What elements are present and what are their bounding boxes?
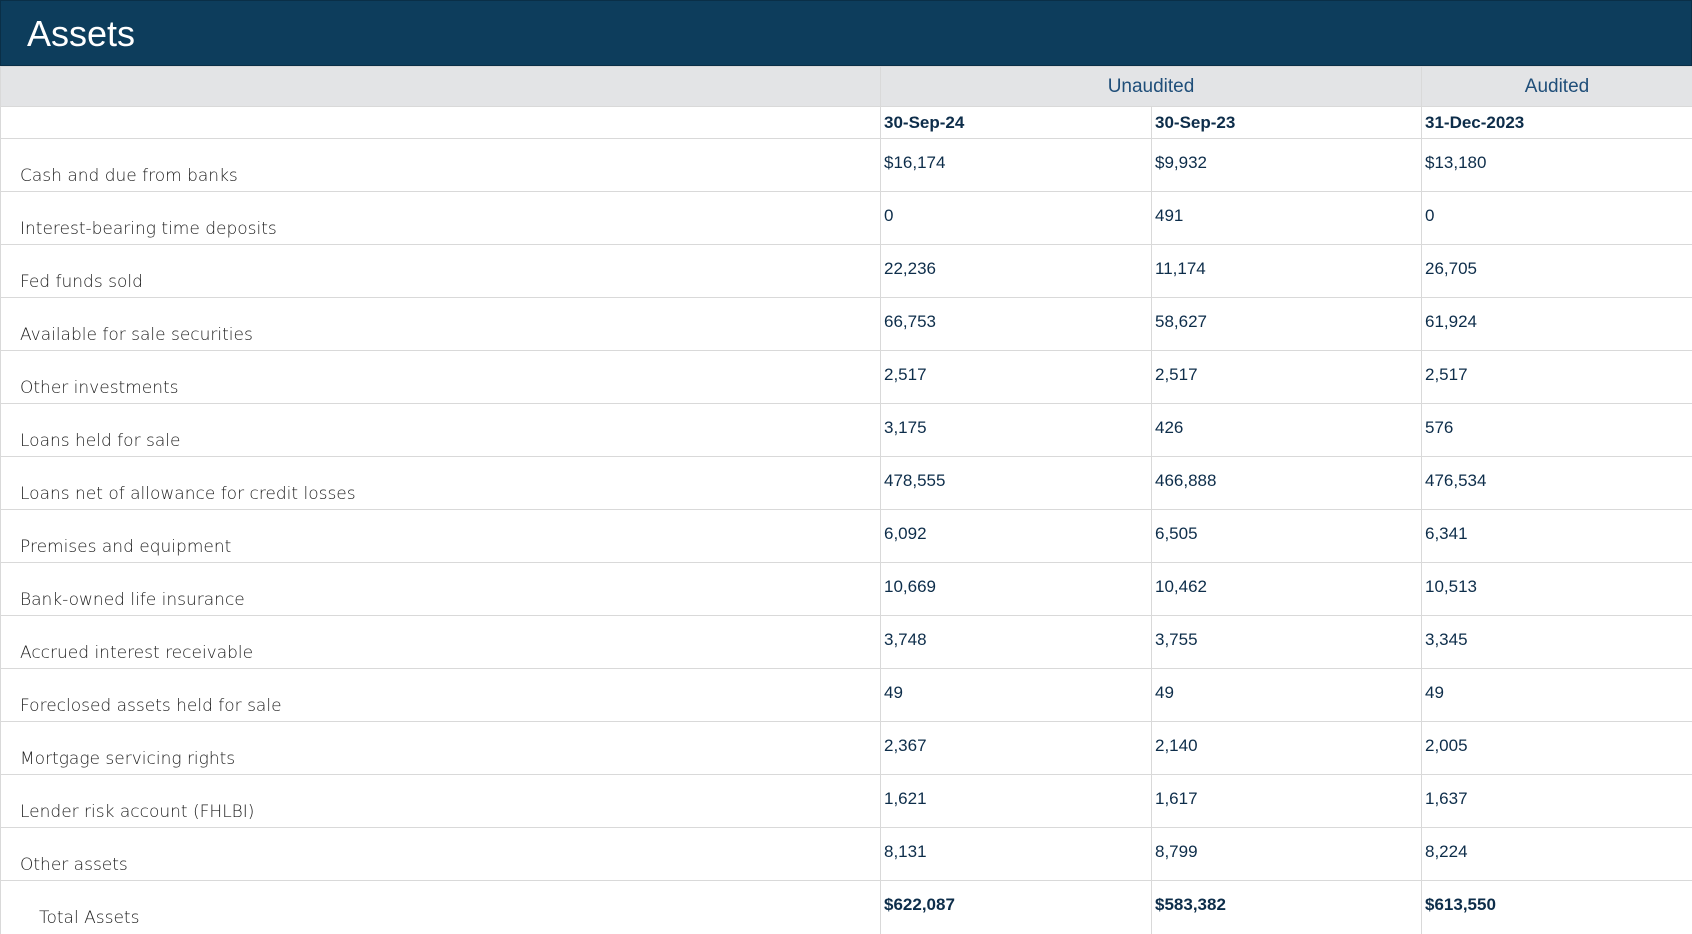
row-value-col-2: 6,505 [1152, 510, 1422, 563]
date-header-blank [1, 107, 881, 139]
row-value-col-1: 1,621 [881, 775, 1152, 828]
row-value-col-1: $16,174 [881, 139, 1152, 192]
row-value-col-2: 58,627 [1152, 298, 1422, 351]
row-value-col-3: 0 [1422, 192, 1692, 245]
page-title: Assets [27, 13, 135, 55]
row-value-col-1: 3,175 [881, 404, 1152, 457]
row-value-col-2: 10,462 [1152, 563, 1422, 616]
row-value-col-1: 2,367 [881, 722, 1152, 775]
row-value-col-1: 66,753 [881, 298, 1152, 351]
title-bar: Assets [0, 0, 1692, 66]
row-label: Accrued interest receivable [1, 616, 881, 669]
unaudited-header: Unaudited [881, 67, 1422, 107]
row-value-col-2: 2,140 [1152, 722, 1422, 775]
row-value-col-1: 8,131 [881, 828, 1152, 881]
row-label: Interest-bearing time deposits [1, 192, 881, 245]
assets-table: Unaudited Audited 30-Sep-24 30-Sep-23 31… [0, 66, 1692, 934]
row-label: Other assets [1, 828, 881, 881]
row-value-col-3: 3,345 [1422, 616, 1692, 669]
row-value-col-3: 476,534 [1422, 457, 1692, 510]
row-value-col-2: 426 [1152, 404, 1422, 457]
row-value-col-3: $13,180 [1422, 139, 1692, 192]
table-row: Accrued interest receivable3,7483,7553,3… [1, 616, 1692, 669]
row-value-col-2: $9,932 [1152, 139, 1422, 192]
row-value-col-2: $583,382 [1152, 881, 1422, 934]
date-header-row: 30-Sep-24 30-Sep-23 31-Dec-2023 [1, 107, 1692, 139]
row-value-col-3: 10,513 [1422, 563, 1692, 616]
row-value-col-1: 49 [881, 669, 1152, 722]
row-value-col-2: 3,755 [1152, 616, 1422, 669]
table-row: Interest-bearing time deposits04910 [1, 192, 1692, 245]
row-value-col-1: 0 [881, 192, 1152, 245]
table-row: Cash and due from banks$16,174$9,932$13,… [1, 139, 1692, 192]
row-value-col-2: 491 [1152, 192, 1422, 245]
table-row: Foreclosed assets held for sale494949 [1, 669, 1692, 722]
row-value-col-3: 61,924 [1422, 298, 1692, 351]
row-value-col-3: 1,637 [1422, 775, 1692, 828]
row-value-col-1: 22,236 [881, 245, 1152, 298]
row-label: Cash and due from banks [1, 139, 881, 192]
table-row: Other assets8,1318,7998,224 [1, 828, 1692, 881]
row-label: Loans net of allowance for credit losses [1, 457, 881, 510]
row-value-col-2: 466,888 [1152, 457, 1422, 510]
total-row: Total Assets$622,087$583,382$613,550 [1, 881, 1692, 934]
row-value-col-3: 6,341 [1422, 510, 1692, 563]
row-label: Lender risk account (FHLBI) [1, 775, 881, 828]
row-value-col-2: 49 [1152, 669, 1422, 722]
row-value-col-1: 2,517 [881, 351, 1152, 404]
group-header-row: Unaudited Audited [1, 67, 1692, 107]
row-value-col-1: $622,087 [881, 881, 1152, 934]
table-row: Loans net of allowance for credit losses… [1, 457, 1692, 510]
audited-header: Audited [1422, 67, 1692, 107]
row-label: Bank-owned life insurance [1, 563, 881, 616]
row-value-col-3: 8,224 [1422, 828, 1692, 881]
row-label: Total Assets [1, 881, 881, 934]
table-row: Fed funds sold22,23611,17426,705 [1, 245, 1692, 298]
date-header-col-3: 31-Dec-2023 [1422, 107, 1692, 139]
row-value-col-1: 6,092 [881, 510, 1152, 563]
table-row: Mortgage servicing rights2,3672,1402,005 [1, 722, 1692, 775]
date-header-col-2: 30-Sep-23 [1152, 107, 1422, 139]
table-row: Bank-owned life insurance10,66910,46210,… [1, 563, 1692, 616]
row-label: Other investments [1, 351, 881, 404]
row-label: Mortgage servicing rights [1, 722, 881, 775]
row-label: Available for sale securities [1, 298, 881, 351]
row-value-col-2: 11,174 [1152, 245, 1422, 298]
table-row: Lender risk account (FHLBI)1,6211,6171,6… [1, 775, 1692, 828]
table-row: Loans held for sale3,175426576 [1, 404, 1692, 457]
row-label: Foreclosed assets held for sale [1, 669, 881, 722]
table-row: Premises and equipment6,0926,5056,341 [1, 510, 1692, 563]
row-value-col-3: 49 [1422, 669, 1692, 722]
row-value-col-1: 478,555 [881, 457, 1152, 510]
row-value-col-2: 2,517 [1152, 351, 1422, 404]
table-row: Available for sale securities66,75358,62… [1, 298, 1692, 351]
row-value-col-3: $613,550 [1422, 881, 1692, 934]
row-value-col-1: 10,669 [881, 563, 1152, 616]
row-value-col-3: 2,005 [1422, 722, 1692, 775]
row-value-col-1: 3,748 [881, 616, 1152, 669]
row-value-col-3: 2,517 [1422, 351, 1692, 404]
assets-panel: Assets Unaudited Audited 30-Sep-24 30-Se… [0, 0, 1692, 931]
row-value-col-3: 576 [1422, 404, 1692, 457]
table-row: Other investments2,5172,5172,517 [1, 351, 1692, 404]
row-value-col-3: 26,705 [1422, 245, 1692, 298]
row-value-col-2: 8,799 [1152, 828, 1422, 881]
row-value-col-2: 1,617 [1152, 775, 1422, 828]
row-label: Fed funds sold [1, 245, 881, 298]
date-header-col-1: 30-Sep-24 [881, 107, 1152, 139]
group-header-blank [1, 67, 881, 107]
row-label: Premises and equipment [1, 510, 881, 563]
row-label: Loans held for sale [1, 404, 881, 457]
